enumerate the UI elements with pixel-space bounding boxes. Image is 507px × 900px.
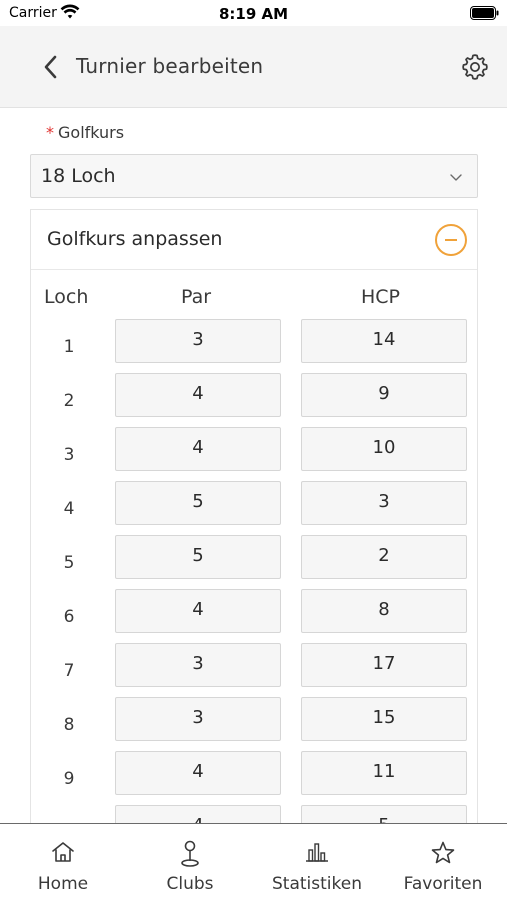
par-input[interactable]: 5 [115,535,281,579]
hole-row: 7 3 17 [31,643,477,689]
hole-number: 8 [63,715,75,735]
collapse-button[interactable] [435,224,467,256]
hole-number: 2 [63,391,75,411]
hole-number: 1 [63,337,75,357]
course-select-value: 18 Loch [41,165,116,187]
column-header-par: Par [181,286,212,308]
tab-statistics[interactable]: Statistiken [254,824,380,900]
back-button[interactable] [40,52,68,82]
hcp-input[interactable]: 3 [301,481,467,525]
hole-row: 2 4 9 [31,373,477,419]
hole-number: 3 [63,445,75,465]
hcp-input[interactable]: 2 [301,535,467,579]
tab-clubs[interactable]: Clubs [127,824,253,900]
star-icon [431,841,455,864]
hcp-input[interactable]: 10 [301,427,467,471]
chevron-left-icon [44,55,57,79]
page-title: Turnier bearbeiten [76,54,264,78]
tab-home-label: Home [37,874,89,894]
tab-favorites-label: Favoriten [403,874,483,894]
settings-button[interactable] [460,52,490,82]
battery-icon [470,6,499,20]
par-input[interactable]: 3 [115,697,281,741]
par-input[interactable]: 4 [115,751,281,795]
status-bar: Carrier 8:19 AM [0,0,507,26]
hole-row: 4 5 3 [31,481,477,527]
bar-chart-icon [306,843,328,862]
chevron-down-icon [450,174,462,181]
par-input[interactable]: 4 [115,373,281,417]
par-input[interactable]: 3 [115,643,281,687]
hole-row: 3 4 10 [31,427,477,473]
hcp-input[interactable]: 9 [301,373,467,417]
required-marker: * [46,123,54,142]
gear-icon [462,54,488,80]
par-input[interactable]: 5 [115,481,281,525]
home-icon [52,842,74,862]
hcp-input[interactable]: 11 [301,751,467,795]
column-header-hole: Loch [44,286,89,308]
tab-favorites[interactable]: Favoriten [380,824,506,900]
tab-home[interactable]: Home [0,824,126,900]
navigation-bar: Turnier bearbeiten [0,26,507,108]
status-time: 8:19 AM [218,5,289,23]
tab-clubs-label: Clubs [166,874,214,894]
hole-number: 6 [63,607,75,627]
hcp-input[interactable]: 15 [301,697,467,741]
hcp-input[interactable]: 14 [301,319,467,363]
par-input[interactable]: 4 [115,427,281,471]
course-label-text: Golfkurs [58,123,125,142]
hole-number: 9 [63,769,75,789]
course-customize-card: Golfkurs anpassen Loch Par HCP 1 3 14 2 … [30,209,478,900]
tab-bar: Home Clubs Statistiken Favoriten [0,823,507,900]
hole-number: 7 [63,661,75,681]
hole-row: 8 3 15 [31,697,477,743]
course-select[interactable]: 18 Loch [30,154,478,198]
hole-row: 1 3 14 [31,319,477,365]
tab-statistics-label: Statistiken [272,874,362,894]
par-input[interactable]: 4 [115,589,281,633]
hcp-input[interactable]: 8 [301,589,467,633]
hole-row: 6 4 8 [31,589,477,635]
golf-pin-icon [181,840,199,867]
card-title: Golfkurs anpassen [47,228,223,250]
hcp-input[interactable]: 17 [301,643,467,687]
column-header-hcp: HCP [361,286,401,308]
hole-number: 4 [63,499,75,519]
course-field-label: * Golfkurs [46,123,124,142]
par-input[interactable]: 3 [115,319,281,363]
hole-row: 5 5 2 [31,535,477,581]
card-header: Golfkurs anpassen [31,210,477,270]
hole-number: 5 [63,553,75,573]
hole-row: 9 4 11 [31,751,477,797]
